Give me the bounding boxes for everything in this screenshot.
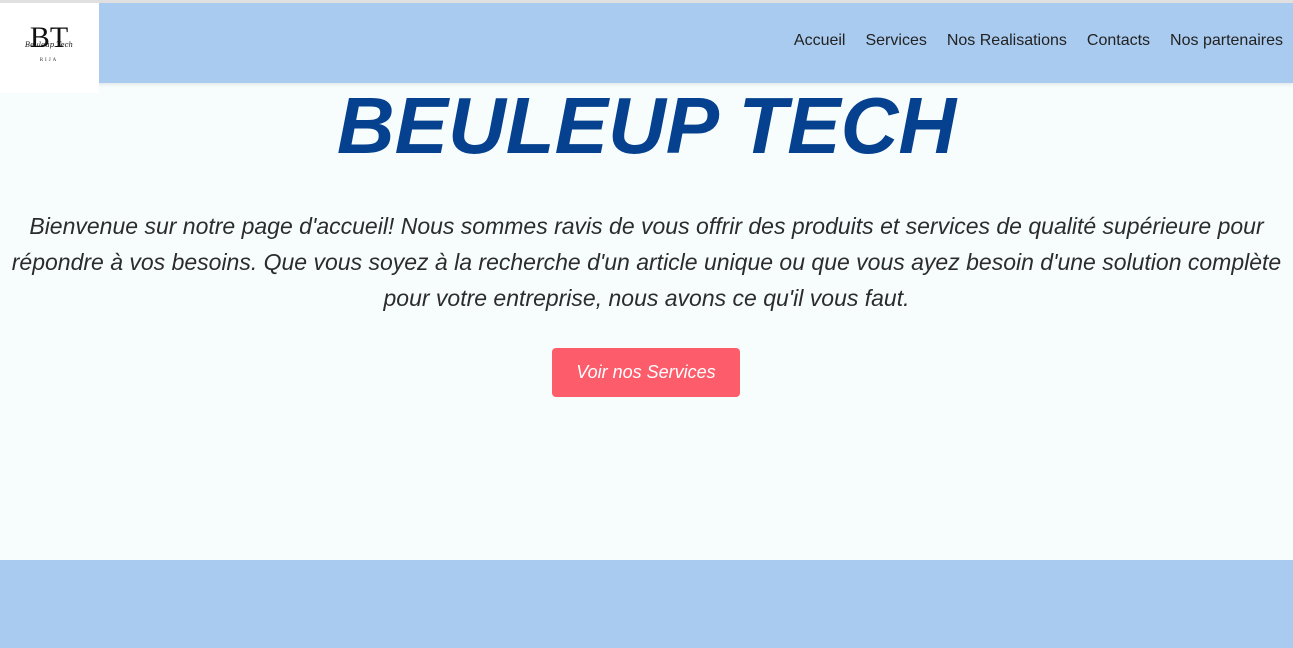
- nav-link-accueil[interactable]: Accueil: [794, 32, 846, 50]
- svg-text:BT: BT: [30, 21, 68, 54]
- nav-link-services[interactable]: Services: [865, 32, 926, 50]
- hero-intro-text: Bienvenue sur notre page d'accueil! Nous…: [11, 213, 1282, 311]
- site-header: BT Beuleup Tech RIJA Accueil Services No…: [0, 3, 1293, 93]
- svg-text:RIJA: RIJA: [40, 58, 59, 63]
- main-nav: Accueil Services Nos Realisations Contac…: [794, 32, 1283, 50]
- site-logo[interactable]: BT Beuleup Tech RIJA: [0, 3, 99, 93]
- footer-band: [0, 560, 1293, 648]
- hero-title: BEULEUP TECH: [336, 81, 957, 170]
- hero-section: BEULEUP TECH Bienvenue sur notre page d'…: [0, 83, 1293, 560]
- view-services-button[interactable]: Voir nos Services: [552, 348, 740, 397]
- nav-link-contacts[interactable]: Contacts: [1087, 32, 1150, 50]
- logo-mark-icon: BT Beuleup Tech RIJA: [24, 21, 73, 63]
- svg-text:Beuleup Tech: Beuleup Tech: [24, 41, 73, 49]
- nav-link-partenaires[interactable]: Nos partenaires: [1170, 32, 1283, 50]
- nav-link-realisations[interactable]: Nos Realisations: [947, 32, 1067, 50]
